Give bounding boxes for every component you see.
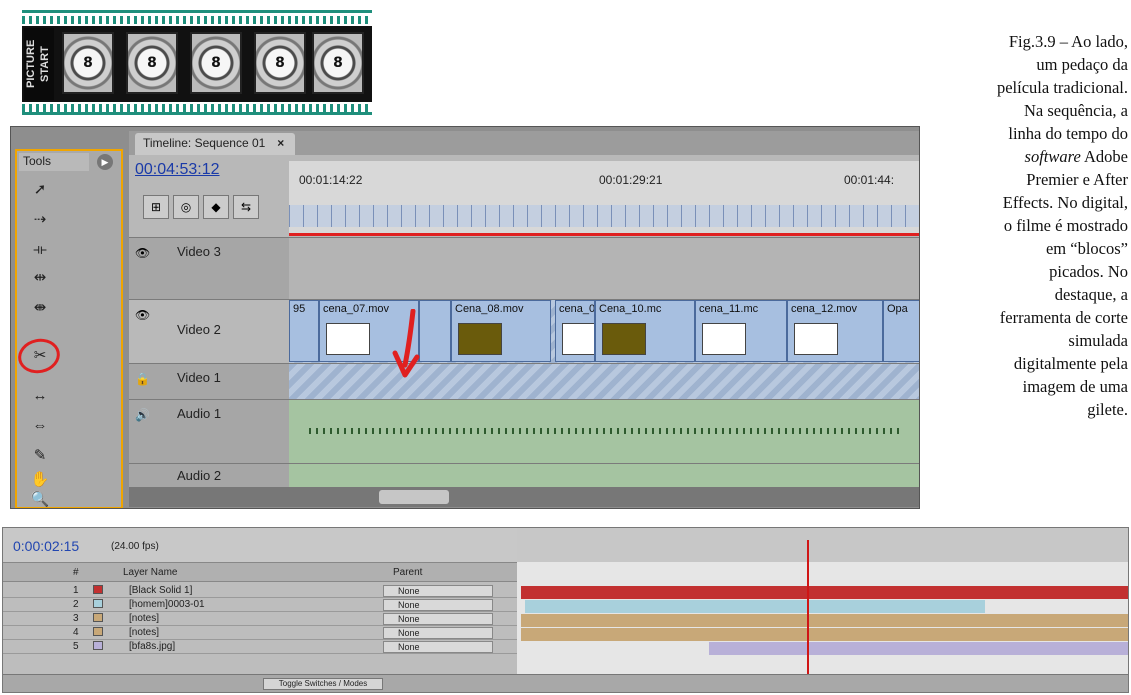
clip[interactable]: 95 — [289, 300, 319, 362]
clip[interactable]: Opa — [883, 300, 919, 362]
hand-icon[interactable]: ✋ — [29, 469, 51, 491]
parent-dropdown[interactable]: None — [383, 585, 493, 597]
ae-layer-row[interactable]: 1 [Black Solid 1] None — [3, 584, 517, 598]
current-time-indicator[interactable] — [807, 540, 809, 690]
layer-bar[interactable] — [521, 586, 1128, 599]
scrollbar-thumb[interactable] — [379, 490, 449, 504]
ae-timecode[interactable]: 0:00:02:15 — [13, 538, 79, 554]
panel-menu-icon[interactable]: ▶ — [97, 154, 113, 170]
parent-dropdown[interactable]: None — [383, 599, 493, 611]
work-area-bar[interactable] — [289, 233, 919, 236]
track-video2[interactable]: 95 cena_07.mov Cena_08.mov cena_0 Cena_1… — [289, 299, 919, 363]
track-header-video2: 👁 Video 2 — [129, 299, 289, 363]
track-header-video1: 🔒 Video 1 — [129, 363, 289, 399]
timeline-controls: ⊞ ◎ ◆ ⇆ — [143, 195, 273, 225]
marker-icon[interactable]: ◎ — [173, 195, 199, 219]
toggle-switches-modes-button[interactable]: Toggle Switches / Modes — [263, 678, 383, 690]
rate-stretch-icon[interactable]: ⇼ — [29, 297, 51, 319]
figure-caption: Fig.3.9 – Ao lado, um pedaço da película… — [996, 32, 1128, 419]
after-effects-timeline: 0:00:02:15 (24.00 fps) # Layer Name Pare… — [2, 527, 1129, 693]
highlight-circle — [14, 335, 64, 377]
layer-bar[interactable] — [709, 642, 1128, 655]
layer-bar[interactable] — [521, 614, 1128, 627]
film-frame: 8 — [312, 32, 364, 94]
picture-start-label: PICTURE START — [24, 28, 54, 100]
track-video3[interactable] — [289, 237, 919, 299]
audio-waveform — [309, 428, 899, 434]
track-header-audio1: 🔊 Audio 1 — [129, 399, 289, 463]
slide-icon[interactable]: ⇔ — [29, 415, 51, 437]
tab-timeline-sequence[interactable]: Timeline: Sequence 01 × — [135, 133, 295, 155]
clip[interactable]: cena_12.mov — [787, 300, 883, 362]
timecode-display[interactable]: 00:04:53:12 — [135, 161, 220, 179]
clip[interactable]: Cena_08.mov — [451, 300, 551, 362]
ae-fps: (24.00 fps) — [111, 541, 159, 552]
track-header-video3: 👁 Video 3 — [129, 237, 289, 299]
parent-dropdown[interactable]: None — [383, 641, 493, 653]
link-icon[interactable]: ⇆ — [233, 195, 259, 219]
ae-footer: Toggle Switches / Modes — [3, 674, 1128, 692]
ae-time-ruler[interactable] — [517, 528, 1128, 562]
timeline-scrollbar[interactable] — [129, 487, 919, 507]
eye-icon[interactable]: 👁 — [135, 308, 150, 322]
close-icon[interactable]: × — [277, 136, 284, 150]
pen-icon[interactable]: ✎ — [29, 445, 51, 467]
parent-dropdown[interactable]: None — [383, 627, 493, 639]
ae-column-header: # Layer Name Parent — [3, 562, 517, 582]
layer-bar[interactable] — [525, 600, 985, 613]
ae-layer-row[interactable]: 4 [notes] None — [3, 626, 517, 640]
film-frame: 8 — [190, 32, 242, 94]
tools-panel: Tools ▶ ➚ ⇢ ⟛ ⇹ ⇼ ✂ ↔ ⇔ ✎ ✋ 🔍 — [14, 149, 123, 508]
zoom-icon[interactable]: 🔍 — [29, 489, 51, 508]
ae-layer-row[interactable]: 3 [notes] None — [3, 612, 517, 626]
film-frame: 8 — [62, 32, 114, 94]
speaker-icon[interactable]: 🔊 — [135, 408, 150, 422]
clip[interactable]: cena_11.mc — [695, 300, 787, 362]
clip[interactable]: Cena_10.mc — [595, 300, 695, 362]
clip[interactable]: cena_0 — [555, 300, 595, 362]
time-ruler[interactable]: 00:01:14:22 00:01:29:21 00:01:44: — [289, 161, 919, 233]
keyframe-icon[interactable]: ◆ — [203, 195, 229, 219]
track-select-icon[interactable]: ⇢ — [29, 209, 51, 231]
track-audio2[interactable] — [289, 463, 919, 487]
ae-layer-row[interactable]: 5 [bfa8s.jpg] None — [3, 640, 517, 654]
lock-icon[interactable]: 🔒 — [135, 372, 150, 386]
premiere-window: Tools ▶ ➚ ⇢ ⟛ ⇹ ⇼ ✂ ↔ ⇔ ✎ ✋ 🔍 Timeline: … — [10, 126, 920, 509]
film-strip-image: PICTURE START 8 8 8 8 8 — [22, 6, 372, 118]
track-header-audio2: Audio 2 — [129, 463, 289, 487]
ae-layer-row[interactable]: 2 [homem]0003-01 None — [3, 598, 517, 612]
track-audio1[interactable] — [289, 399, 919, 463]
slip-icon[interactable]: ↔ — [29, 385, 51, 407]
eye-icon[interactable]: 👁 — [135, 246, 150, 260]
parent-dropdown[interactable]: None — [383, 613, 493, 625]
film-frame: 8 — [254, 32, 306, 94]
ripple-edit-icon[interactable]: ⟛ — [29, 239, 51, 261]
layer-bar[interactable] — [521, 628, 1128, 641]
selection-icon[interactable]: ➚ — [29, 179, 51, 201]
ae-timeline-graph[interactable] — [517, 528, 1128, 690]
snap-icon[interactable]: ⊞ — [143, 195, 169, 219]
red-arrow-annotation — [392, 309, 420, 378]
tools-tab[interactable]: Tools — [19, 153, 89, 171]
rolling-edit-icon[interactable]: ⇹ — [29, 267, 51, 289]
track-video1[interactable] — [289, 363, 919, 399]
ae-topbar: 0:00:02:15 (24.00 fps) — [3, 528, 517, 562]
timeline-tabbar: Timeline: Sequence 01 × — [129, 131, 919, 155]
timeline-panel: Timeline: Sequence 01 × 00:04:53:12 ⊞ ◎ ◆ ⇆ … — [129, 131, 919, 507]
film-frame: 8 — [126, 32, 178, 94]
